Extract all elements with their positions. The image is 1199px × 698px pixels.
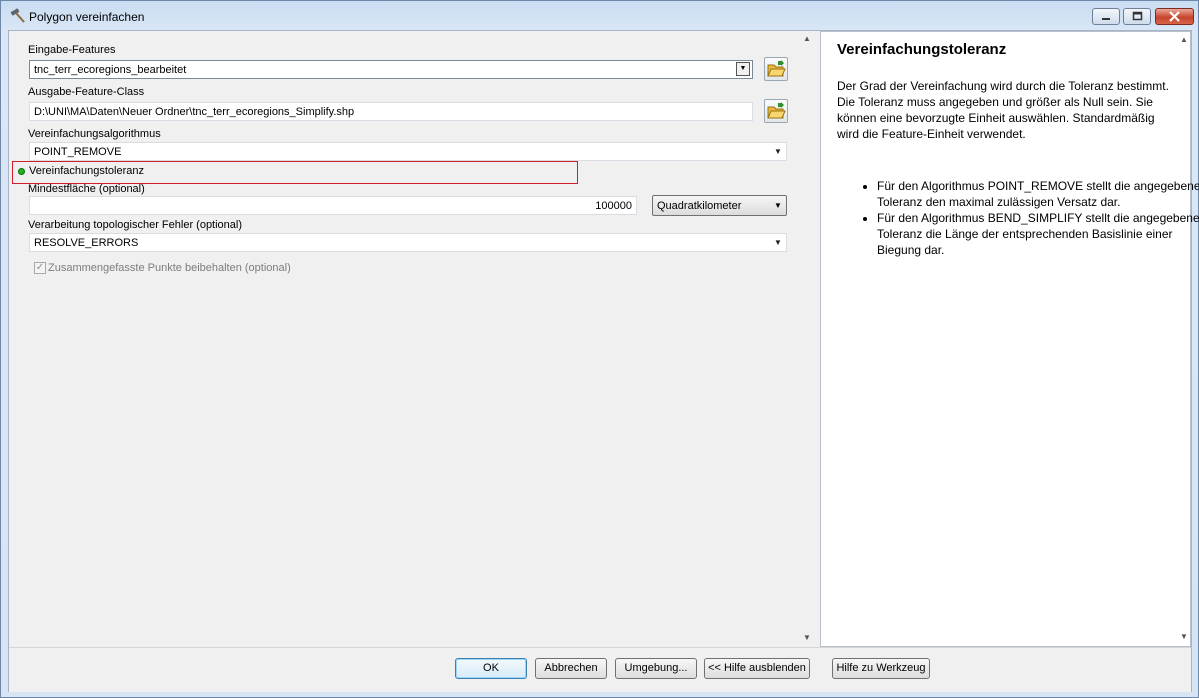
dialog-window: Polygon vereinfachen Eingabe-Features tn… <box>0 0 1199 698</box>
title-bar[interactable]: Polygon vereinfachen <box>1 1 1198 31</box>
help-panel: Vereinfachungstoleranz Der Grad der Vere… <box>820 31 1199 647</box>
parameter-panel: Eingabe-Features tnc_terr_ecoregions_bea… <box>9 31 814 647</box>
input-features-label: Eingabe-Features <box>28 44 116 56</box>
chevron-down-icon: ▼ <box>774 201 782 210</box>
parameter-scrollbar[interactable]: ▲ ▼ <box>801 31 813 647</box>
keep-points-checkbox[interactable]: ✓ <box>34 262 46 274</box>
output-feature-class-value: D:\UNI\MA\Daten\Neuer Ordner\tnc_terr_ec… <box>34 106 355 118</box>
checkmark-icon: ✓ <box>35 262 45 273</box>
scroll-down-icon[interactable]: ▼ <box>1180 632 1188 641</box>
keep-points-label: Zusammengefasste Punkte beibehalten (opt… <box>48 262 291 274</box>
min-area-input[interactable]: 100000 <box>29 196 637 215</box>
ok-button[interactable]: OK <box>455 658 527 679</box>
help-bullet-item: Für den Algorithmus BEND_SIMPLIFY stellt… <box>877 210 1199 258</box>
chevron-down-icon: ▼ <box>739 65 747 72</box>
environments-button[interactable]: Umgebung... <box>615 658 697 679</box>
minimize-icon <box>1102 18 1110 20</box>
open-folder-icon <box>767 102 786 119</box>
help-paragraph: Der Grad der Vereinfachung wird durch di… <box>837 79 1169 141</box>
output-feature-class-input[interactable]: D:\UNI\MA\Daten\Neuer Ordner\tnc_terr_ec… <box>29 102 753 121</box>
required-indicator-icon <box>18 168 25 175</box>
close-icon <box>1169 11 1180 22</box>
algorithm-label: Vereinfachungsalgorithmus <box>28 128 161 140</box>
cancel-button[interactable]: Abbrechen <box>535 658 607 679</box>
help-scrollbar[interactable]: ▲ ▼ <box>1178 32 1190 646</box>
scroll-up-icon[interactable]: ▲ <box>1180 35 1188 44</box>
close-button[interactable] <box>1155 8 1194 25</box>
algorithm-value: POINT_REMOVE <box>34 146 122 158</box>
algorithm-select[interactable]: POINT_REMOVE <box>29 142 787 161</box>
input-features-value: tnc_terr_ecoregions_bearbeitet <box>34 64 187 76</box>
topology-errors-value: RESOLVE_ERRORS <box>34 237 139 249</box>
min-area-unit-select[interactable]: Quadratkilometer ▼ <box>652 195 787 216</box>
min-area-value: 100000 <box>595 200 632 212</box>
help-title: Vereinfachungstoleranz <box>837 41 1007 58</box>
tool-help-button[interactable]: Hilfe zu Werkzeug <box>832 658 930 679</box>
minimize-button[interactable] <box>1092 8 1120 25</box>
topology-errors-label: Verarbeitung topologischer Fehler (optio… <box>28 219 243 231</box>
button-bar: OK Abbrechen Umgebung... << Hilfe ausble… <box>9 647 1191 692</box>
chevron-down-icon[interactable]: ▼ <box>774 147 782 156</box>
hide-help-button[interactable]: << Hilfe ausblenden <box>704 658 810 679</box>
tolerance-label[interactable]: Vereinfachungstoleranz <box>29 165 144 177</box>
scroll-up-icon[interactable]: ▲ <box>803 34 811 43</box>
dialog-client-area: Eingabe-Features tnc_terr_ecoregions_bea… <box>8 30 1199 692</box>
browse-output-button[interactable] <box>764 99 788 123</box>
maximize-button[interactable] <box>1123 8 1151 25</box>
maximize-icon <box>1132 11 1143 21</box>
help-bullet-list: Für den Algorithmus POINT_REMOVE stellt … <box>837 178 1199 258</box>
min-area-label: Mindestfläche (optional) <box>28 183 145 195</box>
window-title: Polygon vereinfachen <box>29 10 145 24</box>
min-area-unit-value: Quadratkilometer <box>657 200 742 212</box>
chevron-down-icon[interactable]: ▼ <box>774 238 782 247</box>
input-features-combobox[interactable]: tnc_terr_ecoregions_bearbeitet <box>29 60 753 79</box>
hammer-icon <box>10 8 25 23</box>
open-folder-icon <box>767 60 786 77</box>
browse-input-button[interactable] <box>764 57 788 81</box>
scroll-down-icon[interactable]: ▼ <box>803 633 811 642</box>
output-feature-class-label: Ausgabe-Feature-Class <box>28 86 145 98</box>
input-features-dropdown-button[interactable]: ▼ <box>736 62 750 76</box>
topology-errors-select[interactable]: RESOLVE_ERRORS <box>29 233 787 252</box>
help-bullet-item: Für den Algorithmus POINT_REMOVE stellt … <box>877 178 1199 210</box>
